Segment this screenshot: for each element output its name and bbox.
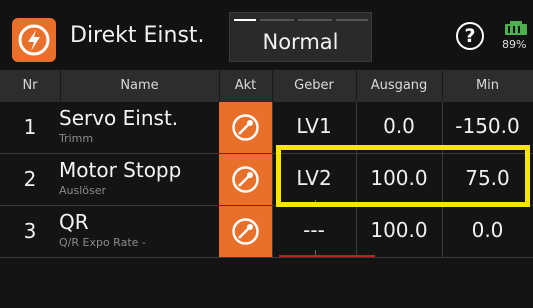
- col-nr: Nr: [22, 78, 38, 93]
- min-value[interactable]: -150.0: [442, 114, 533, 138]
- row-number: 2: [23, 167, 37, 191]
- table-header: Nr Name Akt Geber Ausgang Min: [0, 70, 533, 102]
- activate-button[interactable]: [219, 206, 272, 257]
- mode-indicator: [336, 19, 368, 21]
- mode-indicator-active: [234, 19, 256, 21]
- ausgang-value[interactable]: 100.0: [356, 218, 442, 242]
- row-subtitle: Q/R Expo Rate -: [59, 236, 146, 249]
- top-bar: Direkt Einst. Normal ? 89%: [0, 0, 533, 68]
- row-number: 1: [23, 115, 37, 139]
- ausgang-value[interactable]: 0.0: [356, 114, 442, 138]
- row-name[interactable]: Servo Einst.: [59, 106, 178, 130]
- switch-icon: [232, 218, 259, 245]
- col-geber: Geber: [294, 78, 334, 93]
- flight-mode-label: Normal: [262, 30, 339, 54]
- battery-percent: 89%: [502, 38, 527, 51]
- row-subtitle: Trimm: [59, 132, 94, 145]
- column-divider: [272, 102, 273, 258]
- col-name: Name: [120, 78, 159, 93]
- battery-icon: [505, 21, 527, 35]
- col-min: Min: [475, 78, 500, 93]
- flight-mode-selector[interactable]: Normal: [229, 12, 372, 62]
- geber-value[interactable]: ---: [272, 218, 356, 242]
- geber-value[interactable]: LV1: [272, 114, 356, 138]
- switch-icon: [232, 166, 259, 193]
- row-subtitle: Auslöser: [59, 184, 107, 197]
- activate-button[interactable]: [219, 102, 272, 153]
- col-akt: Akt: [234, 78, 257, 93]
- row-number: 3: [23, 219, 37, 243]
- switch-icon: [232, 114, 259, 141]
- activate-button[interactable]: [219, 154, 272, 205]
- red-indicator-line: [279, 255, 375, 257]
- page-title: Direkt Einst.: [70, 23, 205, 48]
- col-ausgang: Ausgang: [370, 78, 428, 93]
- min-value[interactable]: 0.0: [442, 218, 533, 242]
- mode-indicator: [298, 19, 332, 21]
- row-name[interactable]: QR: [59, 210, 89, 234]
- help-icon[interactable]: ?: [456, 22, 484, 50]
- graupner-logo-icon[interactable]: [12, 18, 56, 62]
- selection-highlight: [276, 145, 530, 207]
- mode-indicator: [260, 19, 294, 21]
- table-row[interactable]: 3 QR Q/R Expo Rate - --- 100.0 0.0: [0, 206, 533, 258]
- row-name[interactable]: Motor Stopp: [59, 158, 181, 182]
